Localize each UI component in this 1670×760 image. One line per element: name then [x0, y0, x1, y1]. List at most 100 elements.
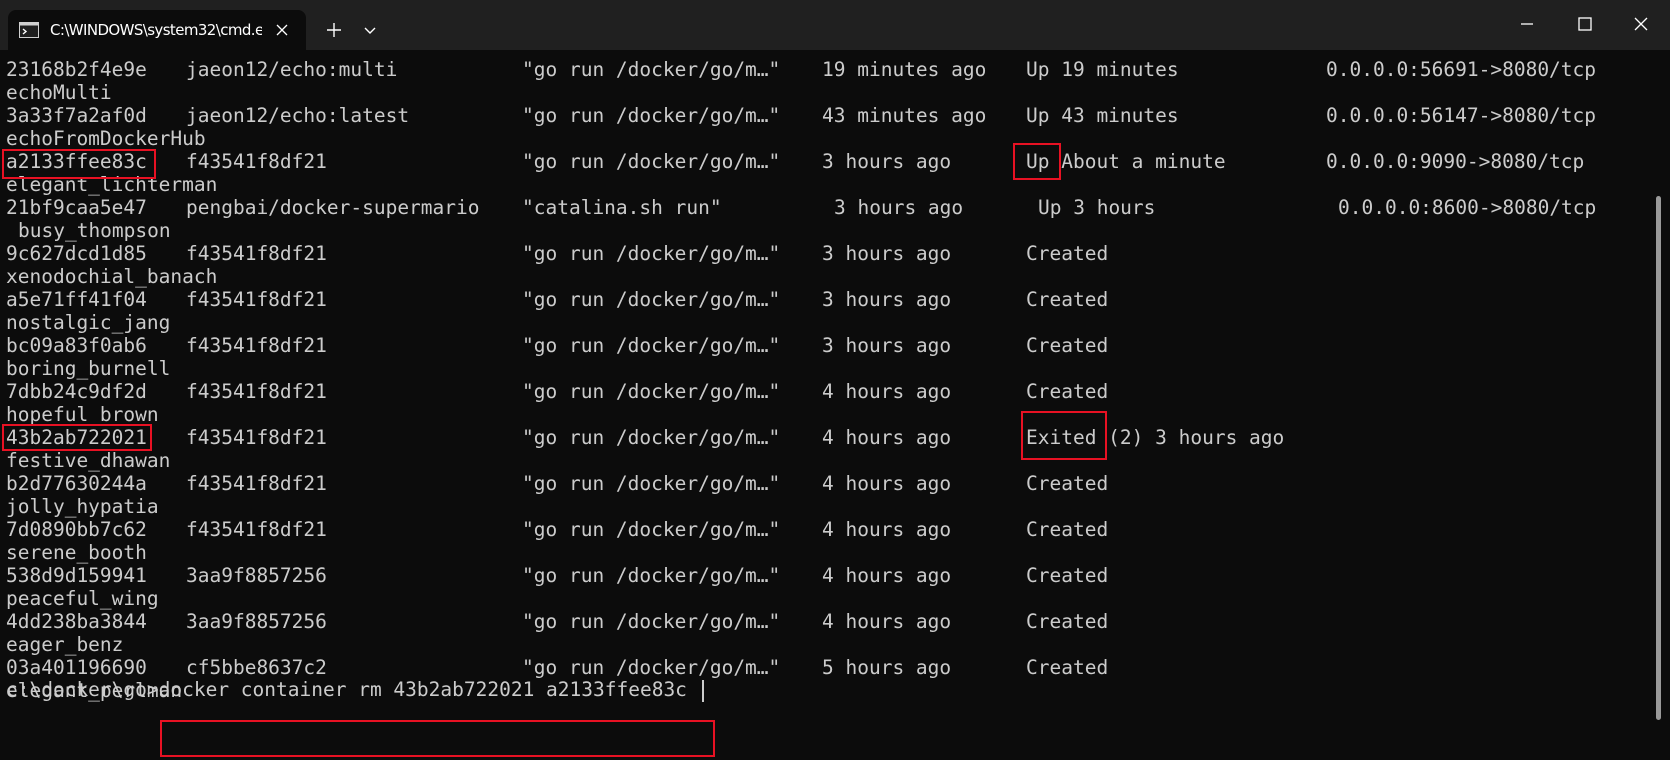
- table-row: 21bf9caa5e47 pengbai/docker-supermario "ca…: [0, 196, 1650, 242]
- container-image: f43541f8df21: [186, 380, 327, 403]
- container-name: festive_dhawan: [6, 449, 171, 472]
- tab-title: C:\WINDOWS\system32\cmd.exe: [50, 21, 262, 39]
- container-id: a5e71ff41f04: [6, 288, 147, 311]
- container-status: Up 3 hours: [1038, 196, 1156, 219]
- container-status: Created: [1026, 334, 1109, 357]
- container-created: 19 minutes ago: [822, 58, 987, 81]
- table-row: bc09a83f0ab6 f43541f8df21 "go run /docker/…: [0, 334, 1650, 380]
- close-icon: [1634, 17, 1648, 31]
- container-image: f43541f8df21: [186, 288, 327, 311]
- container-command: "catalina.sh run": [522, 196, 722, 219]
- tab-cmd[interactable]: C:\WINDOWS\system32\cmd.exe: [8, 10, 306, 50]
- container-name: serene_booth: [6, 541, 147, 564]
- container-image: f43541f8df21: [186, 472, 327, 495]
- container-ports: 0.0.0.0:56691->8080/tcp: [1326, 58, 1597, 81]
- table-row: 3a33f7a2af0d jaeon12/echo:latest "go run /…: [0, 104, 1650, 150]
- container-status: Created: [1026, 656, 1109, 679]
- container-status: Created: [1026, 288, 1109, 311]
- container-command: "go run /docker/go/m…": [522, 610, 781, 633]
- container-name: hopeful_brown: [6, 403, 159, 426]
- command-input[interactable]: docker container rm 43b2ab722021 a2133ff…: [159, 678, 687, 701]
- container-command: "go run /docker/go/m…": [522, 380, 781, 403]
- plus-icon: [327, 23, 341, 37]
- container-command: "go run /docker/go/m…": [522, 564, 781, 587]
- container-name: busy_thompson: [18, 219, 171, 242]
- container-name: jolly_hypatia: [6, 495, 159, 518]
- container-name: eager_benz: [6, 633, 124, 656]
- container-created: 43 minutes ago: [822, 104, 987, 127]
- container-command: "go run /docker/go/m…": [522, 58, 781, 81]
- container-status: Created: [1026, 564, 1109, 587]
- container-status: Created: [1026, 242, 1109, 265]
- container-created: 5 hours ago: [822, 656, 952, 679]
- container-created: 4 hours ago: [822, 426, 952, 449]
- container-image: pengbai/docker-supermario: [186, 196, 480, 219]
- container-ports: 0.0.0.0:56147->8080/tcp: [1326, 104, 1597, 127]
- container-created: 3 hours ago: [822, 150, 952, 173]
- close-window-button[interactable]: [1612, 0, 1670, 48]
- terminal-output[interactable]: 23168b2f4e9e jaeon12/echo:multi "go run /d…: [0, 50, 1650, 760]
- container-status: Created: [1026, 380, 1109, 403]
- text-cursor: [702, 680, 704, 702]
- prompt-path: c:\docker\go>: [6, 678, 159, 701]
- title-bar: C:\WINDOWS\system32\cmd.exe: [0, 0, 1670, 50]
- container-created: 3 hours ago: [822, 288, 952, 311]
- container-status: Created: [1026, 610, 1109, 633]
- container-id: 23168b2f4e9e: [6, 58, 147, 81]
- container-image: f43541f8df21: [186, 242, 327, 265]
- table-row: 9c627dcd1d85 f43541f8df21 "go run /docker/…: [0, 242, 1650, 288]
- container-created: 3 hours ago: [822, 334, 952, 357]
- maximize-icon: [1578, 17, 1592, 31]
- container-command: "go run /docker/go/m…": [522, 656, 781, 679]
- container-id: b2d77630244a: [6, 472, 147, 495]
- container-image: cf5bbe8637c2: [186, 656, 327, 679]
- container-status: Up 19 minutes: [1026, 58, 1179, 81]
- container-id: 7dbb24c9df2d: [6, 380, 147, 403]
- table-row: 23168b2f4e9e jaeon12/echo:multi "go run /d…: [0, 58, 1650, 104]
- container-image: 3aa9f8857256: [186, 564, 327, 587]
- container-created: 4 hours ago: [822, 518, 952, 541]
- container-ports: 0.0.0.0:8600->8080/tcp: [1338, 196, 1597, 219]
- container-image: jaeon12/echo:multi: [186, 58, 398, 81]
- table-row: 4dd238ba3844 3aa9f8857256 "go run /docker/…: [0, 610, 1650, 656]
- highlight-box: [1021, 411, 1107, 460]
- container-status: Created: [1026, 518, 1109, 541]
- close-icon[interactable]: [272, 20, 292, 40]
- table-row: 7dbb24c9df2d f43541f8df21 "go run /docker/…: [0, 380, 1650, 426]
- container-command: "go run /docker/go/m…": [522, 426, 781, 449]
- highlight-box: [2, 424, 152, 451]
- container-image: f43541f8df21: [186, 426, 327, 449]
- container-id: 3a33f7a2af0d: [6, 104, 147, 127]
- container-image: f43541f8df21: [186, 518, 327, 541]
- container-id: 538d9d159941: [6, 564, 147, 587]
- table-row: 43b2ab722021 f43541f8df21 "go run /docker/…: [0, 426, 1650, 472]
- table-row: b2d77630244a f43541f8df21 "go run /docker/…: [0, 472, 1650, 518]
- container-image: f43541f8df21: [186, 334, 327, 357]
- maximize-button[interactable]: [1556, 0, 1614, 48]
- container-command: "go run /docker/go/m…": [522, 104, 781, 127]
- container-id: 4dd238ba3844: [6, 610, 147, 633]
- highlight-box: [160, 720, 715, 757]
- container-status: Created: [1026, 472, 1109, 495]
- container-id: 7d0890bb7c62: [6, 518, 147, 541]
- container-created: 4 hours ago: [822, 564, 952, 587]
- new-tab-button[interactable]: [316, 14, 352, 46]
- container-name: boring_burnell: [6, 357, 171, 380]
- container-created: 4 hours ago: [822, 472, 952, 495]
- scrollbar[interactable]: [1656, 196, 1661, 720]
- container-id: bc09a83f0ab6: [6, 334, 147, 357]
- highlight-box: [2, 149, 156, 179]
- minimize-button[interactable]: [1498, 0, 1556, 48]
- container-id: 03a401196690: [6, 656, 147, 679]
- container-created: 4 hours ago: [822, 610, 952, 633]
- command-prompt[interactable]: c:\docker\go>docker container rm 43b2ab7…: [6, 678, 687, 701]
- container-command: "go run /docker/go/m…": [522, 472, 781, 495]
- table-row: 7d0890bb7c62 f43541f8df21 "go run /docker/…: [0, 518, 1650, 564]
- container-created: 4 hours ago: [822, 380, 952, 403]
- terminal-icon: [19, 22, 39, 38]
- container-image: jaeon12/echo:latest: [186, 104, 410, 127]
- container-ports: 0.0.0.0:9090->8080/tcp: [1326, 150, 1585, 173]
- container-command: "go run /docker/go/m…": [522, 242, 781, 265]
- container-name: echoMulti: [6, 81, 112, 104]
- tab-dropdown-button[interactable]: [352, 14, 388, 46]
